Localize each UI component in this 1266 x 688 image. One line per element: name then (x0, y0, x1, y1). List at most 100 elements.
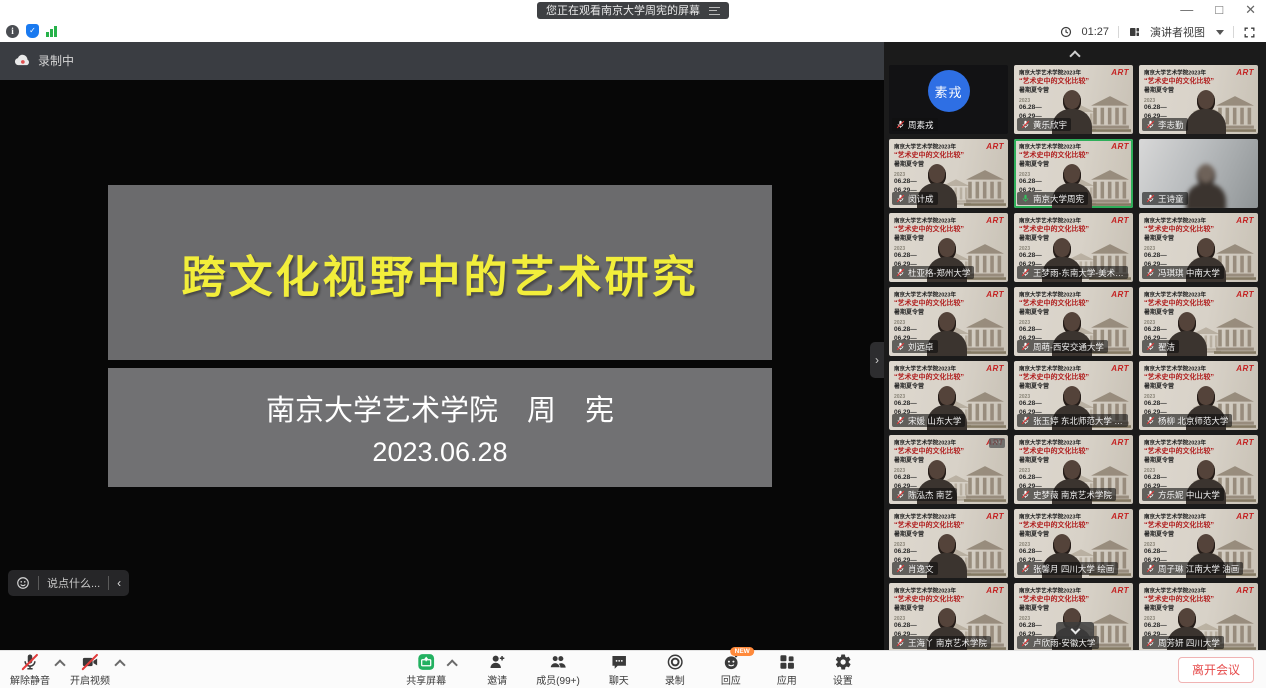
chevron-down-icon (1070, 624, 1080, 634)
share-options-caret[interactable] (447, 659, 458, 670)
art-logo: ART (1111, 216, 1129, 225)
participant-tile[interactable]: 南京大学艺术学院2023年 “艺术史中的文化比较” 暑期夏令营 2023 06.… (889, 213, 1008, 282)
participant-tile[interactable]: 南京大学艺术学院2023年 “艺术史中的文化比较” 暑期夏令营 2023 06.… (889, 509, 1008, 578)
participant-tile[interactable]: 南京大学艺术学院2023年 “艺术史中的文化比较” 暑期夏令营 2023 06.… (1139, 287, 1258, 356)
participant-video-silhouette (1184, 90, 1228, 134)
participant-tile[interactable]: 南京大学艺术学院2023年 “艺术史中的文化比较” 暑期夏令营 2023 06.… (889, 139, 1008, 208)
participant-name: 南京大学周宪 (1033, 193, 1084, 205)
network-signal-icon[interactable] (46, 25, 57, 37)
participant-name: 杜亚格-郑州大学 (908, 267, 970, 279)
participant-tile[interactable]: 南京大学艺术学院2023年 “艺术史中的文化比较” 暑期夏令营 2023 06.… (1014, 583, 1133, 650)
participant-tile[interactable]: 南京大学艺术学院2023年 “艺术史中的文化比较” 暑期夏令营 2023 06.… (1014, 287, 1133, 356)
participant-tile[interactable]: 南京大学艺术学院2023年 “艺术史中的文化比较” 暑期夏令营 2023 06.… (889, 435, 1008, 504)
chat-collapse-icon[interactable]: ‹ (117, 576, 121, 590)
participant-name: 黄乐欣宇 (1033, 119, 1067, 131)
art-logo: ART (1111, 290, 1129, 299)
participant-tile[interactable]: 南京大学艺术学院2023年 “艺术史中的文化比较” 暑期夏令营 2023 06.… (1014, 509, 1133, 578)
art-logo: ART (1236, 364, 1254, 373)
participant-tile[interactable]: 南京大学艺术学院2023年 “艺术史中的文化比较” 暑期夏令营 2023 06.… (1139, 509, 1258, 578)
recording-indicator: 录制中 (14, 52, 74, 69)
mic-muted-icon (896, 268, 905, 277)
participant-tile[interactable]: 南京大学艺术学院2023年 “艺术史中的文化比较” 暑期夏令营 2023 06.… (1014, 65, 1133, 134)
mic-muted-icon (1146, 268, 1155, 277)
mic-muted-icon (1146, 342, 1155, 351)
security-shield-icon[interactable]: ✓ (26, 24, 39, 38)
mic-muted-icon (1021, 120, 1030, 129)
participant-tile[interactable]: 南京大学艺术学院2023年 “艺术史中的文化比较” 暑期夏令营 2023 06.… (1014, 139, 1133, 208)
participant-tile[interactable]: 南京大学艺术学院2023年 “艺术史中的文化比较” 暑期夏令营 2023 06.… (1139, 213, 1258, 282)
mic-muted-icon (1021, 564, 1030, 573)
meeting-timer: 01:27 (1081, 26, 1109, 38)
mic-muted-icon (1021, 638, 1030, 647)
temple-graphic (964, 318, 1006, 354)
name-plate: 王海丫 南京艺术学院 (892, 636, 991, 649)
art-logo: ART (986, 364, 1004, 373)
name-plate: 肖逸文 (892, 562, 938, 575)
participant-tile[interactable]: 南京大学艺术学院2023年 “艺术史中的文化比较” 暑期夏令营 2023 06.… (889, 65, 1008, 134)
close-button[interactable]: ✕ (1245, 0, 1256, 20)
fullscreen-icon[interactable] (1243, 26, 1256, 39)
meeting-info-icon[interactable]: i (6, 25, 19, 38)
settings-button[interactable]: 设置 (826, 653, 860, 687)
maximize-button[interactable]: □ (1215, 0, 1223, 20)
members-button[interactable]: 成员(99+) (536, 653, 580, 687)
name-plate: 周芳妍 四川大学 (1142, 636, 1224, 649)
mic-options-caret[interactable] (54, 659, 65, 670)
share-screen-button[interactable]: 共享屏幕 (406, 653, 446, 687)
gear-icon (833, 653, 853, 671)
participant-tile[interactable]: 南京大学艺术学院2023年 “艺术史中的文化比较” 暑期夏令营 2023 06.… (1139, 361, 1258, 430)
participant-name: 张玉婷 东北师范大学 油画 (1033, 415, 1124, 427)
participant-tile[interactable]: 南京大学艺术学院2023年 “艺术史中的文化比较” 暑期夏令营 2023 06.… (1014, 361, 1133, 430)
chat-button[interactable]: 聊天 (602, 653, 636, 687)
panel-scroll-down-button[interactable] (1056, 622, 1094, 639)
participant-tile[interactable]: 南京大学艺术学院2023年 “艺术史中的文化比较” 暑期夏令营 2023 06.… (889, 583, 1008, 650)
participant-tile[interactable]: 南京大学艺术学院2023年 “艺术史中的文化比较” 暑期夏令营 2023 06.… (889, 287, 1008, 356)
invite-button[interactable]: 邀请 (480, 653, 514, 687)
participant-tile[interactable]: 南京大学艺术学院2023年 “艺术史中的文化比较” 暑期夏令营 2023 06.… (1139, 139, 1258, 208)
art-logo: ART (986, 290, 1004, 299)
quick-chat-bar[interactable]: 说点什么... ‹ (8, 570, 129, 596)
panel-collapse-handle[interactable]: › (870, 342, 884, 378)
participant-name: 杨柳 北京师范大学 (1158, 415, 1228, 427)
apps-button[interactable]: 应用 (770, 653, 804, 687)
participant-tile[interactable]: 南京大学艺术学院2023年 “艺术史中的文化比较” 暑期夏令营 2023 06.… (1014, 435, 1133, 504)
record-button[interactable]: 录制 (658, 653, 692, 687)
participant-tile[interactable]: 南京大学艺术学院2023年 “艺术史中的文化比较” 暑期夏令营 2023 06.… (1139, 583, 1258, 650)
participant-name: 周萌-西安交通大学 (1033, 341, 1104, 353)
start-video-button[interactable]: 开启视频 (70, 653, 110, 687)
art-logo: ART (986, 216, 1004, 225)
temple-graphic (964, 540, 1006, 576)
name-plate: 周萌-西安交通大学 (1017, 340, 1108, 353)
minimize-button[interactable]: — (1180, 0, 1193, 20)
emoji-icon[interactable] (16, 576, 30, 590)
leave-meeting-button[interactable]: 离开会议 (1178, 657, 1254, 683)
mic-muted-icon (896, 416, 905, 425)
unmute-button[interactable]: 解除静音 (10, 653, 50, 687)
name-plate: 陈泓杰 南艺 (892, 488, 957, 501)
panel-scroll-up-icon[interactable] (1069, 50, 1080, 61)
slide-date: 2023.06.28 (372, 437, 507, 468)
participant-tile[interactable]: 南京大学艺术学院2023年 “艺术史中的文化比较” 暑期夏令营 2023 06.… (1139, 435, 1258, 504)
participant-name: 刘远卓 (908, 341, 934, 353)
view-mode-selector[interactable]: 演讲者视图 (1150, 24, 1205, 40)
chat-input-placeholder[interactable]: 说点什么... (47, 575, 100, 591)
tile-more-button[interactable]: ··· (989, 438, 1005, 448)
participant-name: 王诗童 (1158, 193, 1184, 205)
video-options-caret[interactable] (114, 659, 125, 670)
art-logo: ART (986, 142, 1004, 151)
name-plate: 张玉婷 东北师范大学 油画 (1017, 414, 1128, 427)
banner-menu-icon[interactable] (709, 7, 720, 15)
watching-banner-text: 您正在观看南京大学周宪的屏幕 (546, 3, 700, 19)
mic-speaking-icon (1021, 194, 1030, 203)
mic-muted-icon (1146, 564, 1155, 573)
temple-graphic (964, 170, 1006, 206)
mic-muted-icon (896, 564, 905, 573)
participant-tile[interactable]: 南京大学艺术学院2023年 “艺术史中的文化比较” 暑期夏令营 2023 06.… (1014, 213, 1133, 282)
mic-muted-icon (1021, 490, 1030, 499)
reactions-button[interactable]: NEW 回应 (714, 653, 748, 687)
art-logo: ART (1111, 364, 1129, 373)
participant-tile[interactable]: 南京大学艺术学院2023年 “艺术史中的文化比较” 暑期夏令营 2023 06.… (1139, 65, 1258, 134)
view-mode-caret-icon[interactable] (1216, 30, 1224, 35)
shared-screen-area: 录制中 跨文化视野中的艺术研究 南京大学艺术学院 周 宪 2023.06.28 … (0, 42, 884, 650)
participant-tile[interactable]: 南京大学艺术学院2023年 “艺术史中的文化比较” 暑期夏令营 2023 06.… (889, 361, 1008, 430)
